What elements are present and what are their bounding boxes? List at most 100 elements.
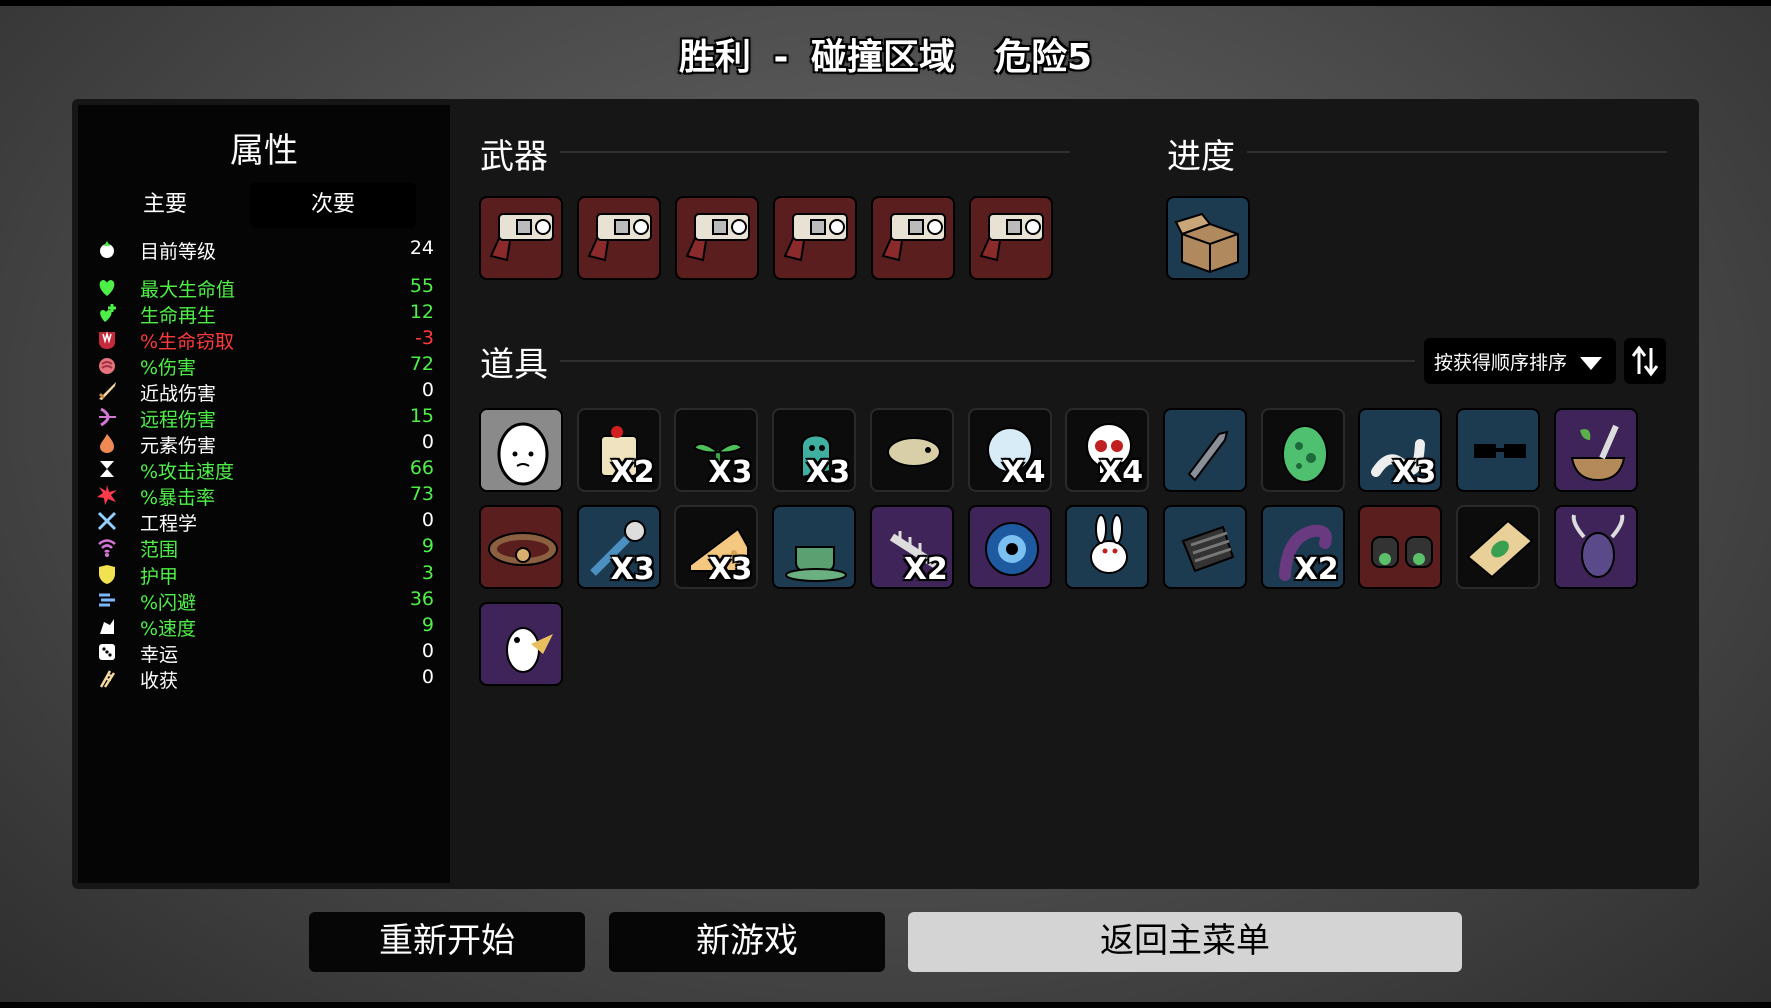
- attack-speed-icon: [96, 458, 118, 480]
- item-slot[interactable]: [871, 196, 955, 280]
- revolver-icon: [489, 213, 554, 262]
- stats-title: 属性: [230, 131, 298, 171]
- stripes-icon: [1181, 525, 1235, 573]
- tea-cup-icon: [785, 546, 848, 582]
- item-slot[interactable]: [1065, 505, 1150, 589]
- voodoo-icon: [506, 627, 553, 673]
- stat-row: 目前等级 24: [78, 235, 450, 263]
- item-slot[interactable]: [1553, 505, 1638, 589]
- chevron-down-icon: [1580, 357, 1602, 370]
- ranged-icon: [96, 406, 118, 428]
- item-count: X4: [1001, 455, 1046, 490]
- stat-value: 36: [409, 588, 434, 610]
- revolver-icon: [979, 213, 1044, 262]
- stat-name: %攻击速度: [140, 461, 235, 483]
- stat-row: 范围 9: [78, 533, 450, 561]
- sort-direction-button[interactable]: [1624, 338, 1666, 384]
- item-slot[interactable]: X2: [576, 408, 661, 492]
- box-icon: [1174, 212, 1239, 274]
- stat-value: 0: [421, 509, 434, 531]
- item-slot[interactable]: [1456, 505, 1540, 589]
- main-menu-button[interactable]: 返回主菜单: [908, 912, 1462, 972]
- item-slot[interactable]: X3: [1358, 408, 1443, 492]
- item-count: X4: [1099, 455, 1144, 490]
- item-slot[interactable]: X4: [967, 408, 1052, 492]
- bullet-icon: [1187, 430, 1229, 482]
- regen-icon: [96, 302, 118, 324]
- restart-button[interactable]: 重新开始: [309, 912, 585, 972]
- item-slot[interactable]: [479, 408, 563, 492]
- stat-name: %生命窃取: [140, 331, 235, 353]
- progress-divider: [1247, 151, 1667, 153]
- item-slot[interactable]: X4: [1065, 408, 1150, 492]
- item-slot[interactable]: [1553, 408, 1638, 492]
- item-slot[interactable]: [967, 505, 1052, 589]
- new-game-button[interactable]: 新游戏: [609, 912, 885, 972]
- item-count: X3: [806, 455, 851, 490]
- stat-row: %攻击速度 66: [78, 455, 450, 483]
- stat-row: 工程学 0: [78, 507, 450, 535]
- item-slot[interactable]: X2: [1260, 505, 1345, 589]
- item-slot[interactable]: X3: [674, 505, 759, 589]
- stat-value: 55: [409, 275, 434, 297]
- lifesteal-icon: [96, 328, 118, 350]
- stat-name: 工程学: [140, 513, 198, 535]
- stat-value: 9: [421, 614, 434, 636]
- cash-icon: [1466, 519, 1534, 579]
- stat-name: 远程伤害: [140, 409, 217, 431]
- item-slot[interactable]: [772, 505, 857, 589]
- stat-row: 远程伤害 15: [78, 403, 450, 431]
- stat-value: 0: [421, 379, 434, 401]
- item-slot[interactable]: [1166, 196, 1250, 280]
- sort-label: 按获得顺序排序: [1434, 352, 1568, 374]
- item-slot[interactable]: [1456, 408, 1540, 492]
- bottom-bar: [0, 1002, 1771, 1008]
- item-count: X3: [610, 552, 655, 587]
- tab-secondary[interactable]: 次要: [250, 182, 416, 228]
- stats-panel: 属性 主要 次要 目前等级 24 最大生命值 55 生命再生 12 %生命窃取 -3 %伤害 72…: [78, 105, 450, 883]
- item-slot[interactable]: X3: [772, 408, 857, 492]
- eye-icon: [984, 522, 1039, 576]
- egg-icon: [497, 422, 549, 486]
- item-slot[interactable]: X3: [674, 408, 759, 492]
- stat-row: 元素伤害 0: [78, 429, 450, 457]
- harvest-icon: [96, 667, 118, 689]
- stat-name: 范围: [140, 539, 179, 561]
- engineering-icon: [96, 510, 118, 532]
- sort-dropdown[interactable]: 按获得顺序排序: [1424, 338, 1616, 384]
- tab-primary[interactable]: 主要: [90, 182, 240, 228]
- items-title: 道具: [480, 345, 548, 385]
- item-slot[interactable]: X3: [576, 505, 661, 589]
- item-slot[interactable]: [1260, 408, 1345, 492]
- item-slot[interactable]: [773, 196, 857, 280]
- item-slot[interactable]: [1162, 505, 1247, 589]
- stat-row: 收获 0: [78, 664, 450, 692]
- item-slot[interactable]: [969, 196, 1053, 280]
- glasses-icon: [1474, 444, 1526, 458]
- item-slot[interactable]: [479, 505, 563, 589]
- binoculars-icon: [1371, 536, 1434, 568]
- item-slot[interactable]: [479, 196, 563, 280]
- top-bar: [0, 0, 1771, 6]
- stat-row: 护甲 3: [78, 560, 450, 588]
- fish-icon: [886, 437, 941, 467]
- stat-row: 最大生命值 55: [78, 273, 450, 301]
- item-slot[interactable]: [675, 196, 759, 280]
- stat-name: %伤害: [140, 357, 197, 379]
- item-slot[interactable]: X2: [869, 505, 954, 589]
- weapons-divider: [560, 151, 1070, 153]
- stat-value: 3: [421, 562, 434, 584]
- stat-row: %速度 9: [78, 612, 450, 640]
- range-icon: [96, 536, 118, 558]
- item-slot[interactable]: [1162, 408, 1247, 492]
- speed-icon: [96, 615, 118, 637]
- item-slot[interactable]: [1358, 505, 1443, 589]
- item-slot[interactable]: [869, 408, 954, 492]
- stat-name: 最大生命值: [140, 279, 236, 301]
- stat-value: -3: [415, 327, 434, 349]
- melee-icon: [96, 380, 118, 402]
- stat-value: 24: [409, 237, 434, 259]
- item-count: X2: [1294, 552, 1339, 587]
- item-slot[interactable]: [479, 602, 563, 686]
- item-slot[interactable]: [577, 196, 661, 280]
